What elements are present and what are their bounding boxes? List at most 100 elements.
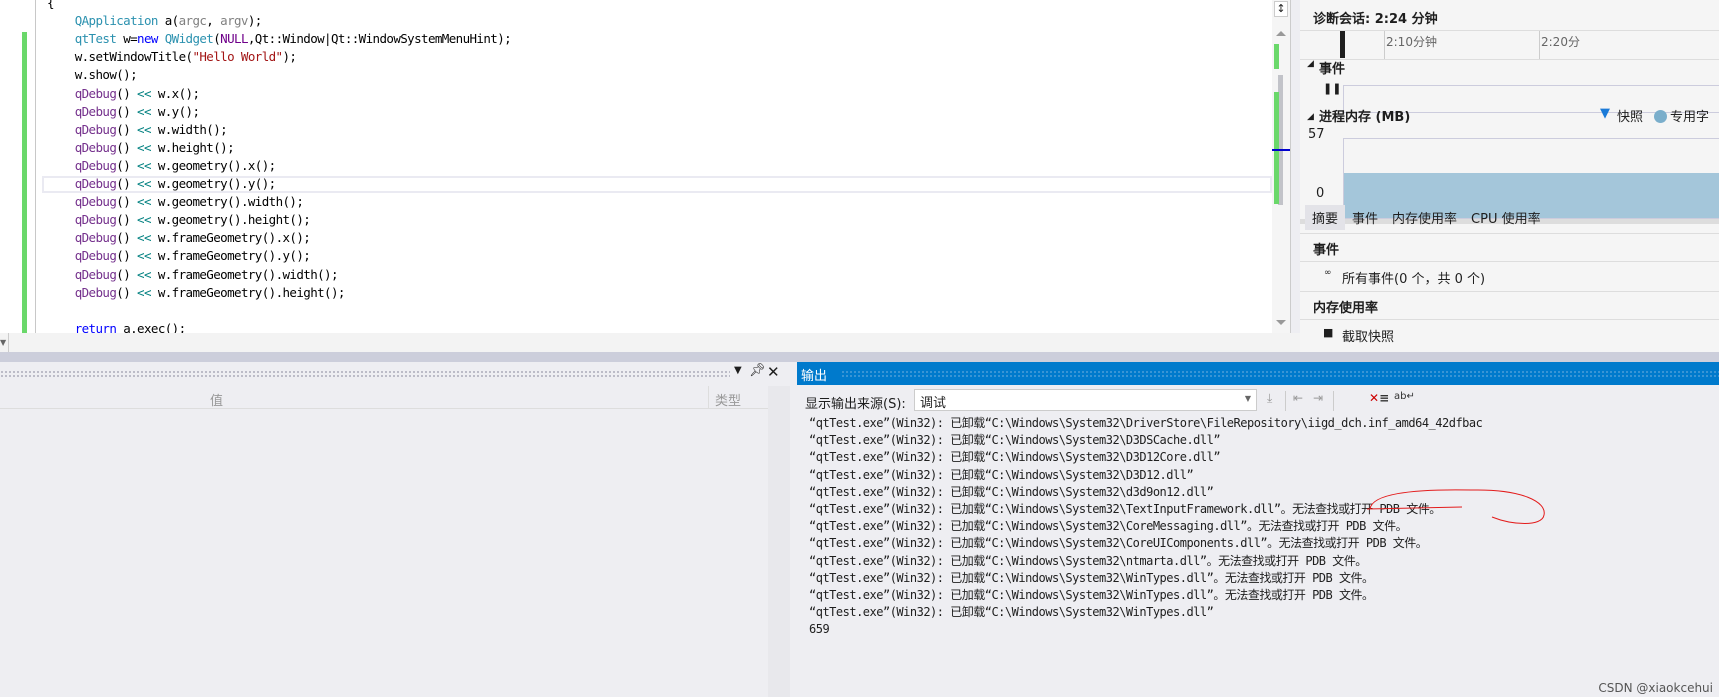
tab-summary[interactable]: 摘要 [1305, 205, 1346, 230]
panel-grip[interactable] [0, 370, 730, 378]
code-token: qDebug [47, 230, 117, 246]
code-line[interactable]: qDebug() << w.x(); [47, 85, 200, 103]
code-token: w.show(); [47, 67, 138, 83]
code-token: QApplication [47, 13, 159, 29]
code-line[interactable]: qDebug() << w.geometry().x(); [47, 157, 276, 175]
code-line[interactable]: w.setWindowTitle("Hello World"); [47, 48, 297, 66]
code-line[interactable]: qDebug() << w.frameGeometry().width(); [47, 266, 339, 284]
code-token: { [47, 0, 55, 10]
horizontal-splitter[interactable] [0, 352, 1719, 362]
legend-snapshot: 快照 [1617, 110, 1644, 125]
find-message-icon[interactable]: ⤓ [1267, 391, 1272, 406]
chevron-down-icon: ▼ [1244, 394, 1251, 403]
code-token: w= [116, 31, 138, 47]
close-icon[interactable]: ✕ [767, 363, 780, 381]
panel-splitter[interactable] [1290, 0, 1300, 352]
code-line[interactable]: qDebug() << w.frameGeometry().height(); [47, 284, 346, 302]
output-source-label: 显示输出来源(S): [805, 397, 906, 412]
editor-vertical-scrollbar[interactable]: ↕ [1272, 0, 1290, 333]
code-token: , [206, 13, 221, 29]
code-token: qDebug [47, 212, 117, 228]
code-token: << [137, 176, 151, 191]
code-token: qtTest [47, 31, 117, 47]
timeline-tick: 2:10分钟 [1386, 35, 1437, 49]
locals-scrollbar[interactable] [768, 386, 790, 697]
code-token: qDebug [47, 85, 117, 101]
code-editor[interactable]: { QApplication a(argc, argv); qtTest w=n… [0, 0, 1272, 333]
collapse-icon[interactable]: ◢ [1307, 112, 1314, 122]
all-events-link[interactable]: 所有事件(0 个，共 0 个) [1342, 268, 1485, 287]
code-token: w.x(); [150, 85, 200, 101]
code-token: << [137, 121, 151, 137]
memory-track-title: 进程内存 (MB) [1319, 110, 1411, 125]
column-type[interactable]: 类型 [715, 390, 741, 409]
code-token: () [116, 103, 138, 119]
take-snapshot-button[interactable]: 截取快照 [1342, 326, 1394, 345]
split-window-icon[interactable]: ↕ [1274, 1, 1288, 17]
code-line[interactable]: return a.exec(); [47, 320, 186, 333]
code-line[interactable]: qtTest w=new QWidget(NULL,Qt::Window|Qt:… [47, 30, 512, 48]
code-token: w.geometry().x(); [150, 157, 276, 173]
output-source-select[interactable]: 调试 ▼ [914, 389, 1257, 411]
clear-all-icon[interactable]: ✕≡ [1369, 391, 1389, 405]
pin-icon[interactable]: 📌︎ [749, 363, 766, 378]
code-token: w.y(); [150, 103, 200, 119]
code-token: << [137, 103, 151, 119]
code-token: "Hello World" [192, 49, 283, 65]
code-line[interactable]: QApplication a(argc, argv); [47, 12, 263, 30]
timeline-cursor[interactable] [1340, 31, 1345, 58]
memory-section-title: 内存使用率 [1313, 301, 1379, 316]
tab-events[interactable]: 事件 [1345, 205, 1385, 230]
code-token: ); [247, 13, 262, 29]
events-icon: ∞ [1324, 268, 1332, 278]
code-token: qDebug [47, 266, 117, 282]
code-line[interactable]: qDebug() << w.geometry().height(); [47, 211, 311, 229]
output-line: “qtTest.exe”(Win32): 已卸载“C:\Windows\Syst… [809, 433, 1221, 448]
panel-menu-icon[interactable]: ▼ [734, 365, 742, 376]
code-token: a.exec(); [116, 320, 186, 333]
scroll-up-icon[interactable] [1276, 26, 1286, 36]
code-token: << [137, 139, 151, 155]
code-token: return [47, 320, 117, 333]
next-message-icon[interactable]: ⇥ [1313, 391, 1323, 405]
legend-private: 专用字 [1670, 110, 1710, 125]
code-token: qDebug [47, 139, 117, 155]
private-bytes-legend-icon [1654, 110, 1667, 123]
output-panel: 输出 显示输出来源(S): 调试 ▼ ⤓ ⇤ ⇥ ✕≡ ab↵ “qtTest.… [797, 362, 1719, 697]
code-line[interactable]: w.show(); [47, 66, 138, 84]
events-track-title: 事件 [1319, 62, 1346, 77]
collapse-icon[interactable]: ◢ [1307, 59, 1314, 69]
code-token: () [116, 121, 138, 137]
code-token: () [116, 139, 138, 155]
y-axis-min: 0 [1316, 186, 1325, 201]
code-line[interactable]: qDebug() << w.y(); [47, 103, 200, 121]
previous-message-icon[interactable]: ⇤ [1293, 391, 1303, 405]
dropdown-arrow-icon[interactable]: ▼ [0, 333, 9, 352]
pause-icon[interactable]: ❚❚ [1323, 82, 1341, 95]
scroll-down-icon[interactable] [1276, 320, 1286, 330]
code-token: ,Qt::Window|Qt::WindowSystemMenuHint); [247, 31, 512, 47]
code-line[interactable]: qDebug() << w.geometry().width(); [47, 193, 304, 211]
word-wrap-icon[interactable]: ab↵ [1394, 391, 1415, 402]
code-token: ); [282, 49, 297, 65]
code-token: w.setWindowTitle( [47, 49, 193, 65]
code-line[interactable]: qDebug() << w.width(); [47, 121, 228, 139]
watermark: CSDN @xiaokcehui [1598, 681, 1713, 695]
tab-memory-usage[interactable]: 内存使用率 [1385, 205, 1464, 230]
change-marker [1274, 92, 1279, 204]
code-token: qDebug [47, 176, 117, 191]
code-line[interactable]: qDebug() << w.frameGeometry().y(); [47, 247, 311, 265]
code-token: qDebug [47, 121, 117, 137]
code-token: () [116, 248, 138, 264]
tab-cpu-usage[interactable]: CPU 使用率 [1464, 205, 1548, 230]
code-token: argv [220, 13, 248, 29]
code-line[interactable]: qDebug() << w.frameGeometry().x(); [47, 229, 311, 247]
code-line[interactable]: { [47, 0, 55, 12]
code-line[interactable]: qDebug() << w.geometry().y(); [47, 175, 276, 193]
code-line[interactable]: qDebug() << w.height(); [47, 139, 235, 157]
code-token: w.frameGeometry().y(); [150, 248, 311, 264]
code-token: () [116, 266, 138, 282]
code-token: argc [178, 13, 207, 29]
code-token: << [137, 157, 151, 173]
column-value[interactable]: 值 [210, 390, 223, 409]
